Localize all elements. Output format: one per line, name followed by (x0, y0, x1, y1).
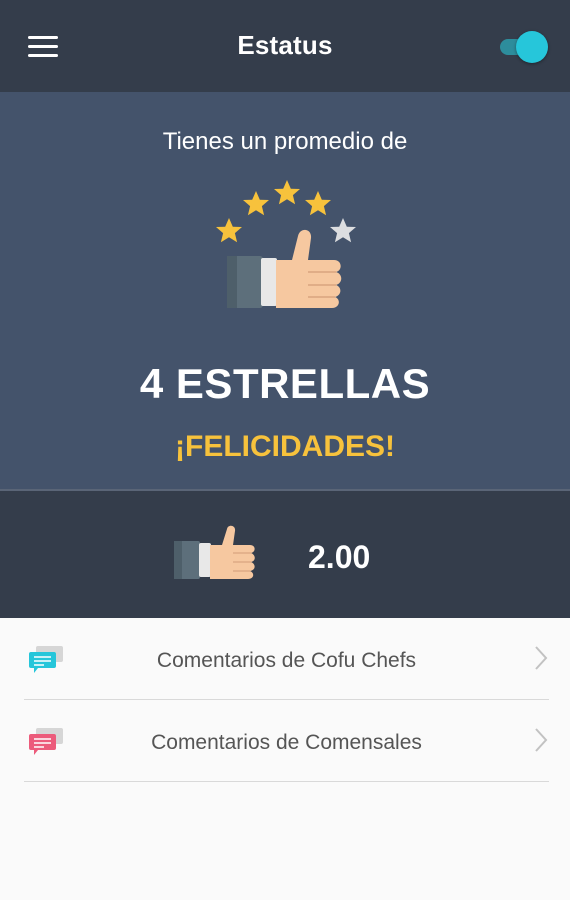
congrats-text: ¡FELICIDADES! (175, 430, 395, 463)
top-app-bar: Estatus (0, 0, 570, 92)
rating-hero-panel: Tienes un promedio de 4 ESTRELLAS ¡FELIC… (0, 92, 570, 489)
score-bar: 2.00 (0, 489, 570, 618)
star-icon (216, 218, 242, 243)
thumbs-up-stars-icon (216, 180, 356, 308)
star-icon (243, 191, 269, 216)
list-item-comensales-comments[interactable]: Comentarios de Comensales (24, 700, 549, 782)
star-icon (305, 191, 331, 216)
toggle-thumb (516, 31, 548, 63)
star-icon (274, 180, 300, 205)
score-value: 2.00 (308, 539, 371, 575)
list-item-label: Comentarios de Cofu Chefs (156, 649, 417, 672)
star-icon (330, 218, 356, 243)
status-toggle[interactable] (498, 30, 550, 64)
rating-value: 4 ESTRELLAS (139, 360, 431, 407)
comments-list: Comentarios de Cofu Chefs Comentarios de… (0, 618, 570, 900)
thumbs-up-icon (174, 525, 255, 579)
list-item-cofu-chefs-comments[interactable]: Comentarios de Cofu Chefs (24, 618, 549, 700)
page-title: Estatus (237, 30, 333, 60)
rating-subtitle: Tienes un promedio de (162, 128, 408, 155)
list-item-label: Comentarios de Comensales (151, 731, 422, 754)
chevron-right-icon (535, 646, 548, 670)
chevron-right-icon (535, 728, 548, 752)
